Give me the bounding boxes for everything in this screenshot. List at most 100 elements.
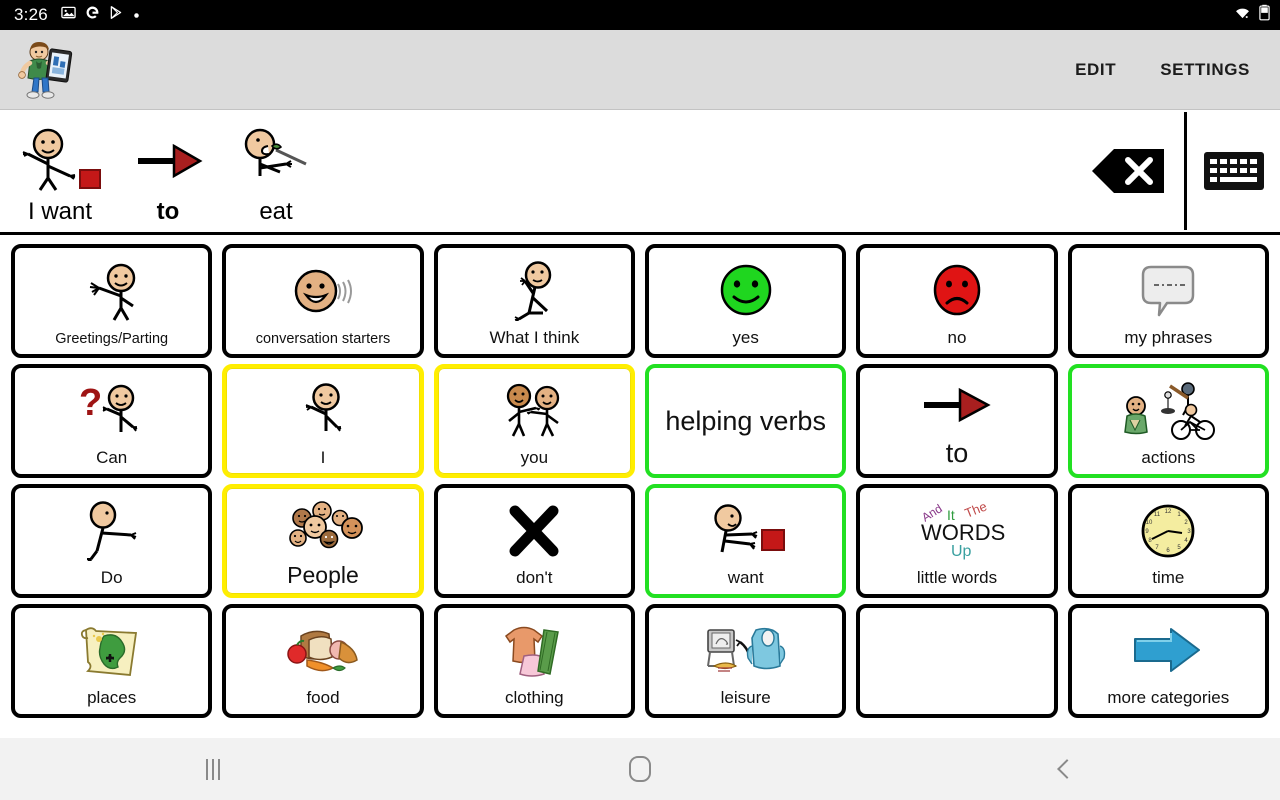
- recents-button[interactable]: [0, 758, 427, 780]
- thinking-person-icon: [438, 248, 631, 329]
- grid-cell: People: [217, 481, 428, 601]
- image-icon: [61, 5, 76, 25]
- grid-cell: conversation starters: [217, 241, 428, 361]
- svg-text:12: 12: [1165, 509, 1172, 515]
- edit-button[interactable]: EDIT: [1053, 50, 1138, 90]
- red-frowning-face-icon: [860, 248, 1053, 329]
- category-button-label: don't: [516, 568, 553, 588]
- sentence-word-label: I want: [27, 198, 93, 225]
- category-button-label: more categories: [1107, 688, 1230, 708]
- category-button-do[interactable]: Do: [11, 484, 213, 598]
- category-button-what-i-think[interactable]: What I think: [433, 244, 635, 358]
- category-button-label: my phrases: [1124, 328, 1213, 348]
- status-right-icons: [1233, 4, 1270, 26]
- category-button-more-categories[interactable]: more categories: [1067, 604, 1269, 718]
- category-button-clothing[interactable]: clothing: [433, 604, 635, 718]
- waving-person-icon: [15, 248, 208, 332]
- wifi-icon: [1233, 5, 1252, 26]
- category-button-actions[interactable]: actions: [1067, 364, 1269, 478]
- category-button-label: actions: [1141, 448, 1196, 468]
- grid-cell: ? Can: [6, 361, 217, 481]
- category-button-time[interactable]: 12 1 2 345 678 9 10 11 time: [1067, 484, 1269, 598]
- category-button-label: What I think: [489, 328, 580, 348]
- status-left-icons: [61, 5, 140, 25]
- category-button-my-phrases[interactable]: my phrases: [1067, 244, 1269, 358]
- grid-cell: more categories: [1063, 601, 1274, 721]
- grid-cell: What I think: [429, 241, 640, 361]
- grid-cell: don't: [429, 481, 640, 601]
- grid-cell: Do: [6, 481, 217, 601]
- category-button-label: yes: [732, 328, 759, 348]
- person-wanting-block-icon: [649, 488, 842, 569]
- grid-cell: helping verbs: [640, 361, 851, 481]
- category-button-you[interactable]: you: [433, 364, 635, 478]
- android-nav-bar: [0, 738, 1280, 800]
- person-pointing-self-icon: [226, 368, 419, 449]
- keyboard-icon[interactable]: [1187, 148, 1280, 194]
- backspace-clear-icon[interactable]: [1074, 144, 1184, 198]
- word-words: WORDS: [921, 520, 1005, 545]
- grid-cell: 12 1 2 345 678 9 10 11 time: [1063, 481, 1274, 601]
- google-icon: [85, 5, 100, 25]
- blue-arrow-right-icon: [1072, 608, 1265, 689]
- category-button-to[interactable]: to: [856, 364, 1058, 478]
- svg-text:11: 11: [1154, 512, 1161, 518]
- sentence-word-i-want[interactable]: I want: [6, 114, 114, 232]
- category-button-label: no: [947, 328, 967, 348]
- category-button-label: conversation starters: [255, 330, 391, 347]
- red-arrow-icon: [860, 368, 1053, 439]
- category-button-dont[interactable]: don't: [433, 484, 635, 598]
- category-button-people[interactable]: People: [222, 484, 424, 598]
- category-button-empty[interactable]: [856, 604, 1058, 718]
- category-button-greetings-parting[interactable]: Greetings/Parting: [11, 244, 213, 358]
- settings-button[interactable]: SETTINGS: [1138, 50, 1280, 90]
- grid-cell: And It The WORDS Up little words: [851, 481, 1062, 601]
- word-up: Up: [951, 543, 972, 560]
- green-smiley-icon: [649, 248, 842, 329]
- category-button-label: you: [520, 448, 549, 468]
- clock-icon: 12 1 2 345 678 9 10 11: [1072, 488, 1265, 569]
- category-button-food[interactable]: food: [222, 604, 424, 718]
- android-status-bar: 3:26: [0, 0, 1280, 30]
- home-button[interactable]: [427, 756, 854, 782]
- home-icon: [629, 756, 651, 782]
- category-button-label: little words: [916, 568, 998, 588]
- grid-cell: no: [851, 241, 1062, 361]
- svg-text:?: ?: [79, 382, 102, 424]
- category-button-can[interactable]: ? Can: [11, 364, 213, 478]
- group-of-faces-icon: [226, 488, 419, 563]
- map-scroll-icon: [15, 608, 208, 689]
- category-button-label: I: [320, 448, 326, 468]
- category-button-want[interactable]: want: [644, 484, 847, 598]
- grid-cell: you: [429, 361, 640, 481]
- category-button-leisure[interactable]: leisure: [644, 604, 847, 718]
- category-button-label: want: [727, 568, 764, 588]
- grid-cell: leisure: [640, 601, 851, 721]
- no-symbol: [860, 608, 1053, 707]
- category-button-i[interactable]: I: [222, 364, 424, 478]
- grid-cell: yes: [640, 241, 851, 361]
- category-button-helping-verbs[interactable]: helping verbs: [644, 364, 847, 478]
- grid-cell: Greetings/Parting: [6, 241, 217, 361]
- sentence-word-eat[interactable]: eat: [222, 114, 330, 232]
- sentence-word-label: to: [156, 198, 180, 225]
- category-button-yes[interactable]: yes: [644, 244, 847, 358]
- sentence-word-to[interactable]: to: [114, 114, 222, 232]
- grid-cell: places: [6, 601, 217, 721]
- talking-face-icon: [226, 248, 419, 332]
- actions-activities-icon: [1072, 368, 1265, 449]
- category-button-no[interactable]: no: [856, 244, 1058, 358]
- back-button[interactable]: [853, 759, 1280, 779]
- word-cloud-icon: And It The WORDS Up: [860, 488, 1053, 569]
- grid-cell: food: [217, 601, 428, 721]
- sentence-bar-controls: [1074, 110, 1280, 232]
- category-button-places[interactable]: places: [11, 604, 213, 718]
- dot-icon: [133, 6, 140, 24]
- category-button-little-words[interactable]: And It The WORDS Up little words: [856, 484, 1058, 598]
- category-button-label: leisure: [720, 688, 771, 708]
- category-button-conversation-starters[interactable]: conversation starters: [222, 244, 424, 358]
- grid-cell: actions: [1063, 361, 1274, 481]
- person-wanting-block-icon: [8, 124, 112, 198]
- category-button-label: Do: [100, 568, 123, 588]
- word-the: The: [962, 502, 988, 521]
